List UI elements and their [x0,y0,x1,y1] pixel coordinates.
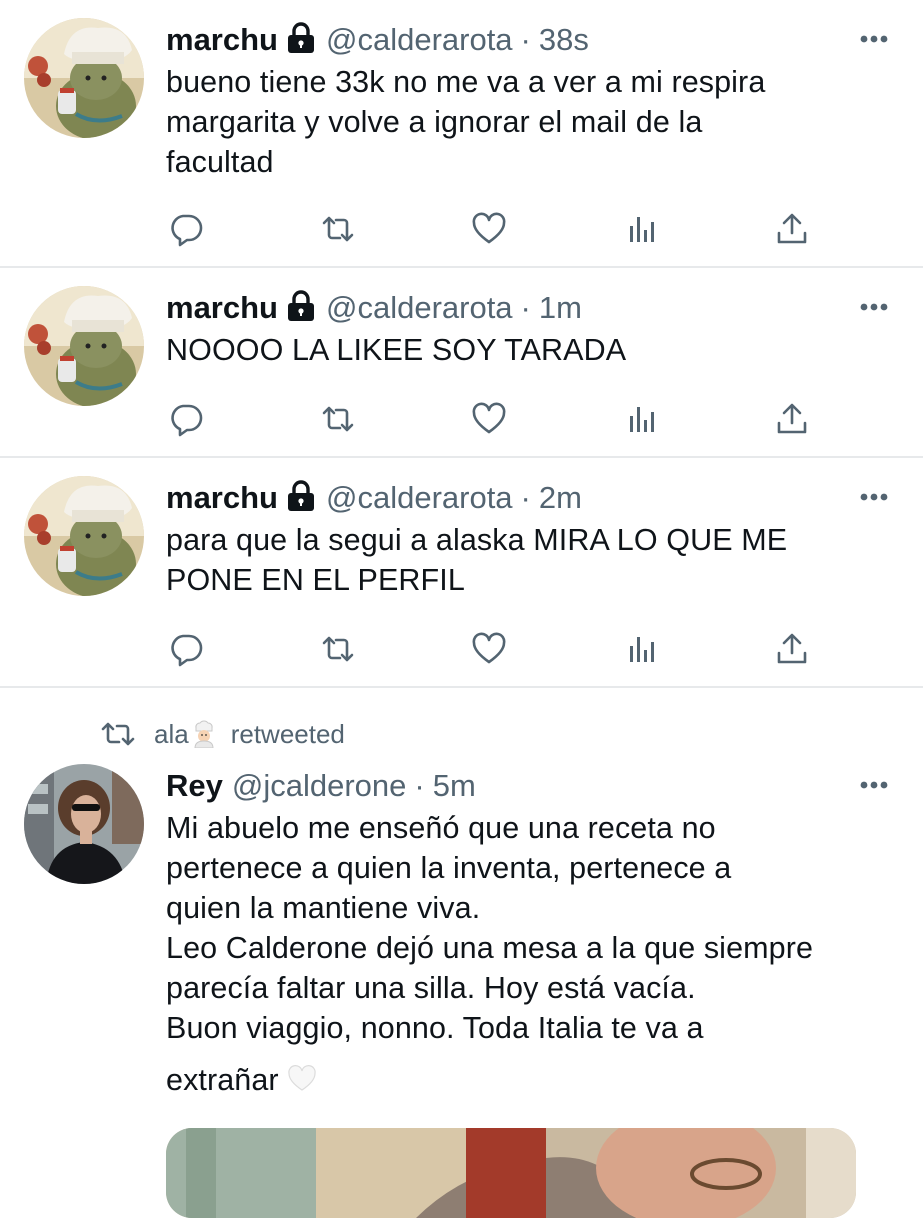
analytics-icon[interactable] [621,211,661,247]
retweeted-label: retweeted [230,718,345,749]
tweet-text: bueno tiene 33k no me va a ver a mi resp… [166,62,895,182]
separator: · [414,768,425,803]
timestamp[interactable]: 1m [539,286,582,330]
tweet-text-line: parecía faltar una silla. Hoy está vacía… [166,971,696,1005]
timestamp[interactable]: 2m [539,476,582,520]
more-icon[interactable] [859,492,889,502]
tweet-text-line: bueno tiene 33k no me va a ver a mi resp… [166,65,766,99]
reply-icon[interactable] [166,631,206,667]
more-icon[interactable] [859,34,889,44]
tweet-text-line: Buon viaggio, nonno. Toda Italia te va a [166,1011,704,1045]
chef-emoji [191,720,217,748]
like-icon[interactable] [469,211,509,247]
more-icon[interactable] [859,302,889,312]
handle[interactable]: @calderarota [326,286,513,330]
retweet-icon [100,719,136,749]
tweet-text: para que la segui a alaska MIRA LO QUE M… [166,520,895,600]
tweet-header: marchu @calderarota · 1m [166,286,895,330]
action-bar [166,631,826,667]
tweet-header: marchu @calderarota · 38s [166,18,895,62]
more-icon[interactable] [859,780,889,790]
tweet-text-line: margarita y volve a ignorar el mail de l… [166,105,703,139]
tweet-text-line: facultad [166,145,274,179]
tweet-text-line: Leo Calderone dejó una mesa a la que sie… [166,931,814,965]
share-icon[interactable] [772,211,812,247]
avatar-image [24,286,144,406]
like-icon[interactable] [469,631,509,667]
timestamp[interactable]: 38s [539,18,589,62]
timestamp[interactable]: 5m [433,764,476,808]
tweet-text-line: Mi abuelo me enseñó que una receta no [166,811,716,845]
handle[interactable]: @calderarota [326,18,513,62]
tweet-header: marchu @calderarota · 2m [166,476,895,520]
reply-icon[interactable] [166,401,206,437]
action-bar [166,211,826,247]
tweet-text-last-line: extrañar [166,1060,895,1100]
lock-icon [286,22,316,54]
action-bar [166,401,826,437]
avatar[interactable] [24,286,144,406]
separator: · [520,22,531,57]
tweet-media-image[interactable] [166,1128,856,1218]
avatar[interactable] [24,476,144,596]
tweet-text: Mi abuelo me enseñó que una receta no pe… [166,808,895,1100]
retweeter-name: ala [154,718,189,749]
tweet[interactable]: marchu @calderarota · 2m para que la seg… [0,458,923,688]
tweet-text-line: quien la mantiene viva. [166,891,481,925]
reply-icon[interactable] [166,211,206,247]
share-icon[interactable] [772,401,812,437]
handle[interactable]: @calderarota [326,476,513,520]
analytics-icon[interactable] [621,631,661,667]
separator: · [520,480,531,515]
separator: · [520,290,531,325]
tweet-text-line: NOOOO LA LIKEE SOY TARADA [166,333,627,367]
avatar-image [24,18,144,138]
tweet-text: NOOOO LA LIKEE SOY TARADA [166,330,895,370]
display-name[interactable]: marchu [166,18,278,62]
display-name[interactable]: marchu [166,286,278,330]
tweet-header: Rey @jcalderone · 5m [166,764,895,808]
share-icon[interactable] [772,631,812,667]
handle[interactable]: @jcalderone [232,764,407,808]
display-name[interactable]: marchu [166,476,278,520]
tweet-text-line: para que la segui a alaska MIRA LO QUE M… [166,523,788,557]
lock-icon [286,290,316,322]
retweet-context[interactable]: ala retweeted [100,714,345,754]
tweet-text-line: pertenece a quien la inventa, pertenece … [166,851,732,885]
avatar-image [24,476,144,596]
lock-icon [286,480,316,512]
tweet[interactable]: marchu @calderarota · 38s bueno tiene 33… [0,0,923,268]
retweet-icon[interactable] [318,211,358,247]
white-heart-emoji [287,1062,317,1091]
avatar[interactable] [24,18,144,138]
like-icon[interactable] [469,401,509,437]
tweet-text-line: PONE EN EL PERFIL [166,563,465,597]
tweet[interactable]: marchu @calderarota · 1m NOOOO LA LIKEE … [0,268,923,458]
retweet-icon[interactable] [318,631,358,667]
avatar[interactable] [24,764,144,884]
display-name[interactable]: Rey [166,764,223,808]
analytics-icon[interactable] [621,401,661,437]
tweet-text-line: extrañar [166,1063,279,1097]
retweet-icon[interactable] [318,401,358,437]
avatar-image [24,764,144,884]
